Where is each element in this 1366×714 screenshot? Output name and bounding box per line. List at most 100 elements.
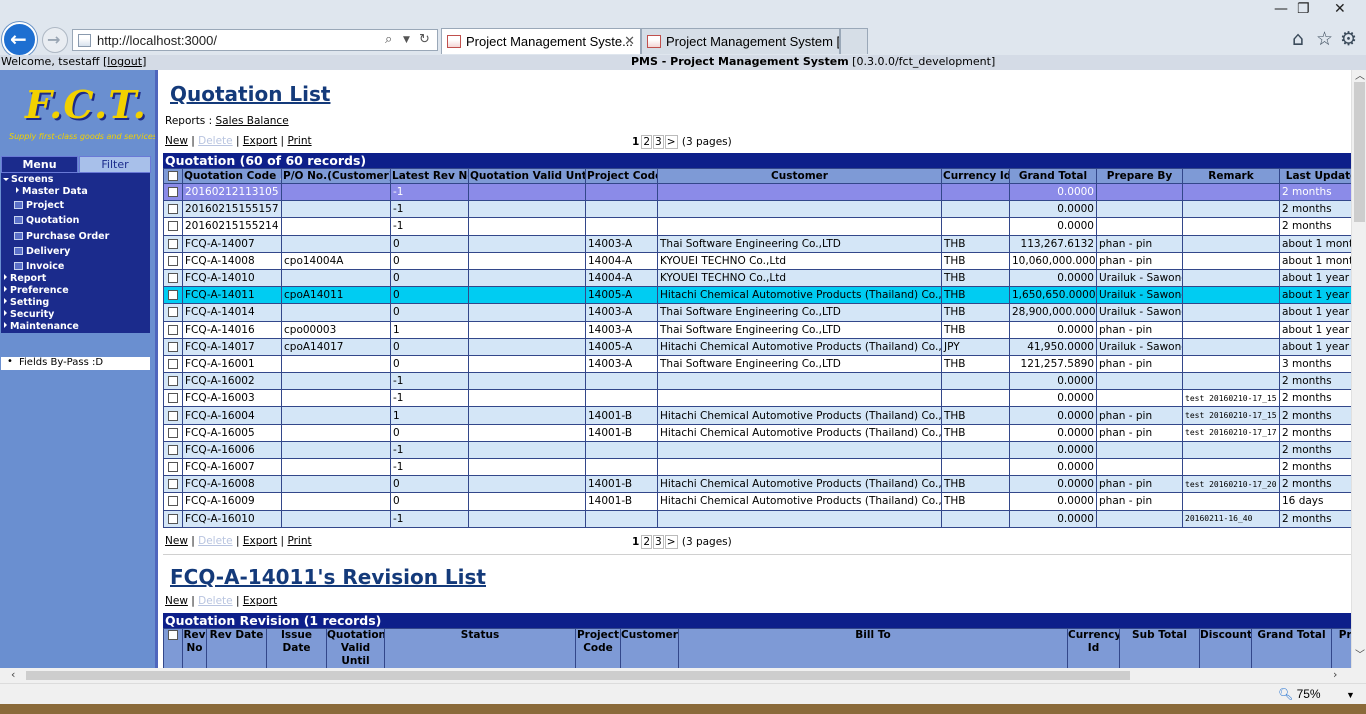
table-row[interactable]: FCQ-A-14010 0 14004-A KYOUEI TECHNO Co.,Ltd… [163,268,1351,288]
settings-gear-icon[interactable]: ⚙ [1340,28,1357,50]
column-header[interactable]: Rev No [182,628,207,668]
cell-code[interactable]: FCQ-A-16003 [182,389,282,408]
row-checkbox[interactable] [163,234,183,253]
cell-code[interactable]: FCQ-A-16007 [182,457,282,477]
row-checkbox[interactable] [163,303,183,322]
refresh-icon[interactable]: ↻ [419,32,430,47]
next-page[interactable]: > [664,135,678,149]
table-row[interactable]: FCQ-A-16004 1 14001-B Hitachi Chemical Auto… [163,406,1351,425]
cell-code[interactable]: FCQ-A-14010 [182,268,282,288]
column-header[interactable]: Rev Date [206,628,267,668]
table-row[interactable]: FCQ-A-14011 cpoA14011 0 14005-A Hitachi Chem… [163,286,1351,305]
dropdown-icon[interactable]: ▼ [1346,690,1355,700]
select-all-checkbox[interactable] [163,168,183,184]
browser-tab[interactable]: Project Management System [... [641,28,840,54]
row-checkbox[interactable] [163,320,183,339]
column-header[interactable]: Issue Date [266,628,327,668]
new-tab-button[interactable] [840,28,868,54]
export-link[interactable]: Export [243,535,277,547]
table-row[interactable]: FCQ-A-14014 0 14003-A Thai Software Enginee… [163,303,1351,322]
close-tab-icon[interactable]: ✕ [624,33,635,49]
page-1[interactable]: 1 [631,136,640,148]
cell-code[interactable]: 20160212113105 [182,182,282,202]
export-link[interactable]: Export [243,595,277,607]
row-checkbox[interactable] [163,475,183,494]
table-row[interactable]: FCQ-A-16007 -1 0.0000 2 months [163,457,1351,477]
column-header[interactable]: Quotation Valid Until [326,628,385,668]
table-row[interactable]: FCQ-A-16010 -1 0.0000 20160211-16_40 2 month… [163,509,1351,528]
column-header[interactable]: Project Code [585,168,658,184]
column-header[interactable]: Prepare By [1331,628,1351,668]
cell-code[interactable]: FCQ-A-14016 [182,320,282,339]
column-header[interactable]: Latest Rev No [390,168,469,184]
table-row[interactable]: FCQ-A-16005 0 14001-B Hitachi Chemical Auto… [163,423,1351,442]
table-row[interactable]: FCQ-A-14017 cpoA14017 0 14005-A Hitachi Chem… [163,337,1351,356]
logout-link[interactable]: logout [107,55,142,68]
table-row[interactable]: FCQ-A-16001 0 14003-A Thai Software Enginee… [163,354,1351,374]
row-checkbox[interactable] [163,354,183,374]
column-header[interactable]: Customer [620,628,679,668]
table-row[interactable]: FCQ-A-14007 0 14003-A Thai Software Enginee… [163,234,1351,253]
row-checkbox[interactable] [163,217,183,236]
delete-link[interactable]: Delete [198,535,233,547]
zoom-control[interactable]: 🔍︎ 75% ▼ [1278,687,1355,701]
table-row[interactable]: 20160212113105 -1 0.0000 2 months [163,182,1351,202]
new-link[interactable]: New [165,135,188,147]
page-3[interactable]: 3 [653,135,664,149]
delete-link[interactable]: Delete [198,135,233,147]
column-header[interactable]: Quotation Code ▲ [182,168,282,184]
table-row[interactable]: FCQ-A-14016 cpo00003 1 14003-A Thai Software… [163,320,1351,339]
cell-code[interactable]: 20160215155157 [182,200,282,219]
back-button[interactable]: ← [2,22,37,57]
print-link[interactable]: Print [287,135,311,147]
tab-filter[interactable]: Filter [79,156,151,173]
row-checkbox[interactable] [163,389,183,408]
column-header[interactable]: Grand Total [1251,628,1332,668]
scroll-up-icon[interactable]: ︿ [1355,67,1365,82]
page-2[interactable]: 2 [641,535,652,549]
row-checkbox[interactable] [163,337,183,356]
new-link[interactable]: New [165,595,188,607]
table-row[interactable]: FCQ-A-16008 0 14001-B Hitachi Chemical Auto… [163,475,1351,494]
dropdown-icon[interactable]: ▼ [403,35,410,45]
row-checkbox[interactable] [163,492,183,511]
cell-code[interactable]: FCQ-A-16006 [182,440,282,460]
print-link[interactable]: Print [287,535,311,547]
row-checkbox[interactable] [163,406,183,425]
row-checkbox[interactable] [163,268,183,288]
browser-tab-active[interactable]: Project Management Syste... ✕ [441,28,641,54]
export-link[interactable]: Export [243,135,277,147]
address-text[interactable]: http://localhost:3000/ [97,33,217,48]
column-header[interactable]: Remark [1182,168,1280,184]
row-checkbox[interactable] [163,372,183,391]
minimize-icon[interactable]: — [1274,1,1288,17]
cell-code[interactable]: FCQ-A-14011 [182,286,282,305]
sales-balance-link[interactable]: Sales Balance [216,115,289,127]
sidebar-item-quotation[interactable]: Quotation [1,215,150,229]
scroll-left-icon[interactable]: ‹ [11,668,15,681]
sidebar-item-project[interactable]: Project [1,200,150,214]
column-header[interactable]: Quotation Valid Until [468,168,586,184]
cell-code[interactable]: FCQ-A-16004 [182,406,282,425]
cell-code[interactable]: FCQ-A-16010 [182,509,282,528]
table-row[interactable]: FCQ-A-16009 0 14001-B Hitachi Chemical Auto… [163,492,1351,511]
column-header[interactable]: Prepare By [1096,168,1183,184]
close-window-icon[interactable]: ✕ [1334,1,1346,17]
address-bar[interactable]: http://localhost:3000/ ⌕ ▼ ↻ [72,29,438,51]
favorites-star-icon[interactable]: ☆ [1316,28,1333,50]
column-header[interactable]: Status [384,628,576,668]
table-row[interactable]: FCQ-A-16003 -1 0.0000 test 20160210-17_15 2 … [163,389,1351,408]
delete-link[interactable]: Delete [198,595,233,607]
column-header[interactable]: P/O No.(Customer) [281,168,391,184]
row-checkbox[interactable] [163,457,183,477]
page-2[interactable]: 2 [641,135,652,149]
sidebar-item-purchase-order[interactable]: Purchase Order [1,231,150,245]
row-checkbox[interactable] [163,182,183,202]
forward-button[interactable]: → [42,27,68,53]
cell-code[interactable]: FCQ-A-16005 [182,423,282,442]
page-3[interactable]: 3 [653,535,664,549]
scroll-thumb[interactable] [1354,82,1365,222]
new-link[interactable]: New [165,535,188,547]
column-header[interactable]: Currency Id [941,168,1010,184]
row-checkbox[interactable] [163,251,183,270]
